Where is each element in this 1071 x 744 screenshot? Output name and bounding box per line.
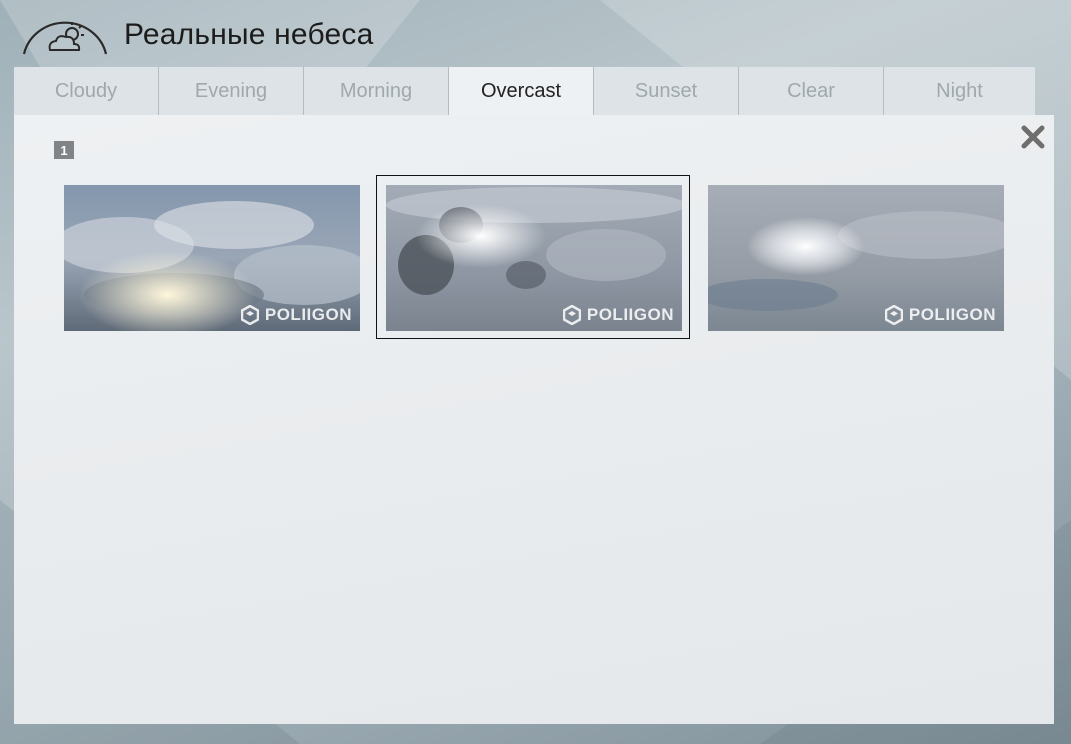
watermark-text: POLIIGON xyxy=(908,305,996,324)
tab-night[interactable]: Night xyxy=(884,67,1035,115)
poliigon-logo-icon xyxy=(884,305,903,325)
app-header: Реальные небеса xyxy=(0,0,1071,66)
watermark: POLIIGON xyxy=(884,305,996,325)
sky-thumbnail-1[interactable]: POLIIGON xyxy=(64,185,360,331)
poliigon-logo-icon xyxy=(240,305,259,325)
category-tabs: Cloudy Evening Morning Overcast Sunset C… xyxy=(14,67,1035,115)
watermark: POLIIGON xyxy=(562,305,674,325)
tab-cloudy[interactable]: Cloudy xyxy=(14,67,159,115)
tab-clear[interactable]: Clear xyxy=(739,67,884,115)
sky-thumbnail-3[interactable]: POLIIGON xyxy=(708,185,1004,331)
close-icon[interactable] xyxy=(1020,124,1046,150)
tab-evening[interactable]: Evening xyxy=(159,67,304,115)
watermark-text: POLIIGON xyxy=(586,305,674,324)
tab-sunset[interactable]: Sunset xyxy=(594,67,739,115)
tab-overcast[interactable]: Overcast xyxy=(449,67,594,115)
watermark: POLIIGON xyxy=(240,305,352,325)
page-indicator[interactable]: 1 xyxy=(54,141,74,159)
app-title: Реальные небеса xyxy=(124,18,374,51)
cloud-sun-dome-icon xyxy=(22,21,108,55)
poliigon-logo-icon xyxy=(562,305,581,325)
sky-thumbnail-2[interactable]: POLIIGON xyxy=(386,185,682,331)
tab-morning[interactable]: Morning xyxy=(304,67,449,115)
watermark-text: POLIIGON xyxy=(264,305,352,324)
